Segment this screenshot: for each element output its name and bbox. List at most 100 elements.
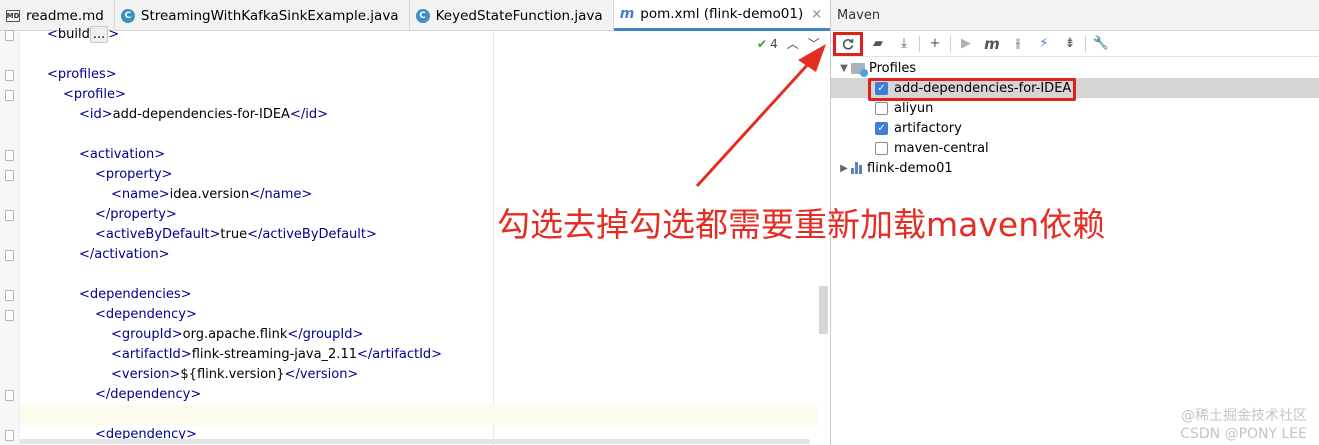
code-line[interactable]: <activation> <box>0 145 818 165</box>
xml-tag: <id> <box>79 107 113 122</box>
xml-tag: <activeByDefault> <box>95 227 221 242</box>
profile-checkbox[interactable] <box>875 141 888 155</box>
code-line[interactable]: <profiles> <box>0 65 818 85</box>
fold-marker-icon[interactable] <box>5 150 14 161</box>
xml-text: ${flink.version} <box>180 367 285 382</box>
code-line[interactable]: <version>${flink.version}</version> <box>0 365 818 385</box>
maven-settings-button[interactable]: 🔧 <box>1090 33 1112 55</box>
folded-region[interactable]: ... <box>89 26 109 43</box>
vertical-scrollbar-thumb[interactable] <box>819 286 828 334</box>
module-node[interactable]: ▶ flink-demo01 <box>831 158 1319 178</box>
module-label: flink-demo01 <box>867 160 953 176</box>
maven-title: Maven <box>837 7 881 23</box>
code-line[interactable]: <profile> <box>0 85 818 105</box>
run-maven-build-button[interactable]: ▶ <box>955 33 977 55</box>
fold-marker-icon[interactable] <box>5 90 14 101</box>
code-line-content: <activation> <box>79 145 165 165</box>
collapse-icon: ⇟ <box>1064 36 1076 51</box>
xml-tag: <version> <box>111 367 181 382</box>
reload-all-maven-projects-button[interactable] <box>833 31 863 56</box>
code-line-content: </property> <box>95 205 177 225</box>
xml-text: org.apache.flink <box>182 327 288 342</box>
inspection-count: 4 <box>770 36 778 51</box>
xml-tag: > <box>108 27 120 42</box>
fold-marker-icon[interactable] <box>5 30 14 41</box>
close-tab-icon[interactable]: × <box>811 7 822 22</box>
code-line[interactable] <box>0 265 818 285</box>
previous-highlight-icon[interactable]: ︿ <box>787 35 799 52</box>
code-line[interactable]: <id>add-dependencies-for-IDEA</id> <box>0 105 818 125</box>
fold-marker-icon[interactable] <box>5 390 14 401</box>
fold-marker-icon[interactable] <box>5 290 14 301</box>
code-line-content: <version>${flink.version}</version> <box>111 365 358 385</box>
code-line[interactable]: <groupId>org.apache.flink</groupId> <box>0 325 818 345</box>
show-dependencies-button[interactable]: ⇟ <box>1059 33 1081 55</box>
toolbar-separator <box>1085 35 1086 52</box>
watermark: @稀土掘金技术社区 CSDN @PONY LEE <box>1180 407 1307 443</box>
code-line[interactable]: </dependency> <box>0 385 818 405</box>
expand-arrow-icon[interactable]: ▼ <box>837 63 851 74</box>
profile-highlight-box <box>868 78 1076 101</box>
editor-tab-label: readme.md <box>26 7 104 24</box>
xml-tag: </activation> <box>79 247 170 262</box>
xml-tag: </version> <box>284 367 359 382</box>
plus-icon: + <box>929 36 941 51</box>
next-highlight-icon[interactable]: ﹀ <box>808 35 820 52</box>
xml-tag: < <box>47 27 58 42</box>
code-line[interactable] <box>0 45 818 65</box>
code-line[interactable]: <artifactId>flink-streaming-java_2.11</a… <box>0 345 818 365</box>
code-line[interactable]: <property> <box>0 165 818 185</box>
fold-marker-icon[interactable] <box>5 250 14 261</box>
code-line-content: <dependencies> <box>79 285 192 305</box>
horizontal-scrollbar[interactable] <box>20 439 810 444</box>
profiles-node[interactable]: ▼ Profiles <box>831 58 1319 78</box>
profile-checkbox[interactable]: ✓ <box>875 121 888 135</box>
collapsed-arrow-icon[interactable]: ▶ <box>837 163 851 174</box>
code-line[interactable]: <build... > <box>0 25 818 45</box>
code-line-content: <dependency> <box>95 305 197 325</box>
profile-item[interactable]: aliyun <box>831 98 1319 118</box>
inspection-widget[interactable]: ✔ 4 ︿ ﹀ <box>757 35 820 52</box>
xml-tag: </dependency> <box>95 387 202 402</box>
xml-tag: </id> <box>289 107 328 122</box>
run-icon: ▶ <box>961 36 971 51</box>
maven-module-icon <box>851 162 863 174</box>
xml-tag: <groupId> <box>111 327 183 342</box>
xml-tag: <activation> <box>79 147 166 162</box>
xml-tag: </property> <box>95 207 177 222</box>
profile-checkbox[interactable] <box>875 101 888 115</box>
xml-tag: <dependencies> <box>79 287 192 302</box>
download-sources-button[interactable]: ⤓ <box>893 33 915 55</box>
profile-label: maven-central <box>894 140 989 156</box>
fold-marker-icon[interactable] <box>5 70 14 81</box>
profile-item[interactable]: maven-central <box>831 138 1319 158</box>
code-line[interactable]: <dependencies> <box>0 285 818 305</box>
fold-marker-icon[interactable] <box>5 310 14 321</box>
add-maven-project-button[interactable]: + <box>924 33 946 55</box>
generate-sources-button[interactable]: ▰ <box>867 33 889 55</box>
profile-item[interactable]: ✓ artifactory <box>831 118 1319 138</box>
xml-tag: <profiles> <box>47 67 117 82</box>
code-line[interactable] <box>0 125 818 145</box>
toggle-offline-mode-button[interactable]: ⫲ <box>1007 33 1029 55</box>
fold-marker-icon[interactable] <box>5 170 14 181</box>
xml-tag: <artifactId> <box>111 347 192 362</box>
code-line[interactable] <box>0 405 818 425</box>
fold-marker-icon[interactable] <box>5 210 14 221</box>
inspection-check-icon: ✔ <box>757 36 768 51</box>
xml-tag: <name> <box>111 187 170 202</box>
fold-marker-icon[interactable] <box>5 430 14 441</box>
skip-tests-button[interactable]: ⚡ <box>1033 33 1055 55</box>
execute-maven-goal-button[interactable]: m <box>981 33 1003 55</box>
watermark-line-2: CSDN @PONY LEE <box>1180 426 1307 442</box>
code-line-content: <profiles> <box>47 65 117 85</box>
code-line[interactable]: </activation> <box>0 245 818 265</box>
wrench-icon: 🔧 <box>1092 36 1110 51</box>
xml-text: flink-streaming-java_2.11 <box>191 347 357 362</box>
maven-project-tree[interactable]: ▼ Profiles ✓ add-dependencies-for-IDEA ali… <box>831 58 1319 178</box>
code-line-content: <id>add-dependencies-for-IDEA</id> <box>79 105 328 125</box>
folder-reload-icon: ▰ <box>873 36 883 51</box>
code-line[interactable]: <dependency> <box>0 305 818 325</box>
profile-label: artifactory <box>894 120 962 136</box>
annotation-text: 勾选去掉勾选都需要重新加载maven依赖 <box>497 205 1106 244</box>
